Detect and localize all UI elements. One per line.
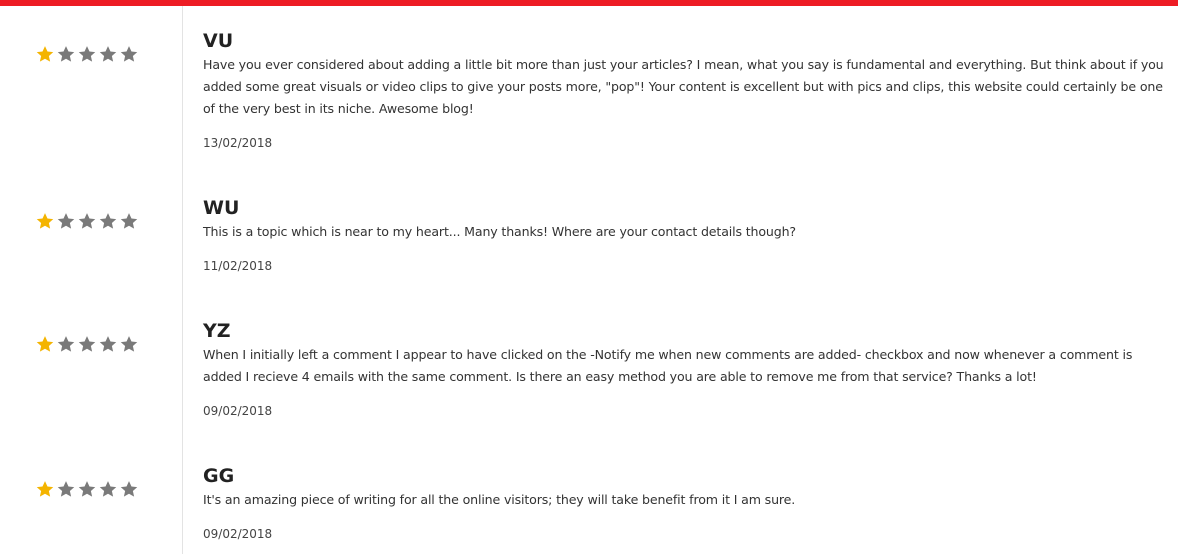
star-empty-icon [77,45,97,63]
reviewer-name: YZ [203,320,231,342]
star-empty-icon [56,45,76,63]
review-text: This is a topic which is near to my hear… [203,224,796,239]
star-empty-icon [98,45,118,63]
star-rating [35,480,139,498]
review-text: Have you ever considered about adding a … [203,57,1164,116]
star-empty-icon [119,335,139,353]
star-filled-icon [35,212,55,230]
star-rating [35,212,139,230]
review-content: GG It's an amazing piece of writing for … [203,465,1165,542]
top-accent-bar [0,0,1178,6]
reviewer-name: VU [203,30,234,52]
star-empty-icon [56,480,76,498]
review-text: When I initially left a comment I appear… [203,347,1133,384]
star-empty-icon [77,212,97,230]
review-content: WU This is a topic which is near to my h… [203,197,1165,274]
star-empty-icon [77,335,97,353]
star-rating [35,335,139,353]
review-text: It's an amazing piece of writing for all… [203,492,796,507]
star-empty-icon [119,480,139,498]
star-filled-icon [35,480,55,498]
reviewer-name: WU [203,197,240,219]
star-rating [35,45,139,63]
column-divider [182,6,183,554]
reviewer-name: GG [203,465,235,487]
star-empty-icon [98,480,118,498]
review-date: 09/02/2018 [203,404,273,418]
review-date: 11/02/2018 [203,259,273,273]
star-filled-icon [35,45,55,63]
star-empty-icon [56,335,76,353]
star-empty-icon [56,212,76,230]
star-empty-icon [119,45,139,63]
review-content: YZ When I initially left a comment I app… [203,320,1165,419]
star-empty-icon [77,480,97,498]
star-empty-icon [119,212,139,230]
star-empty-icon [98,212,118,230]
star-empty-icon [98,335,118,353]
review-content: VU Have you ever considered about adding… [203,30,1165,151]
review-date: 09/02/2018 [203,527,273,541]
review-date: 13/02/2018 [203,136,273,150]
star-filled-icon [35,335,55,353]
